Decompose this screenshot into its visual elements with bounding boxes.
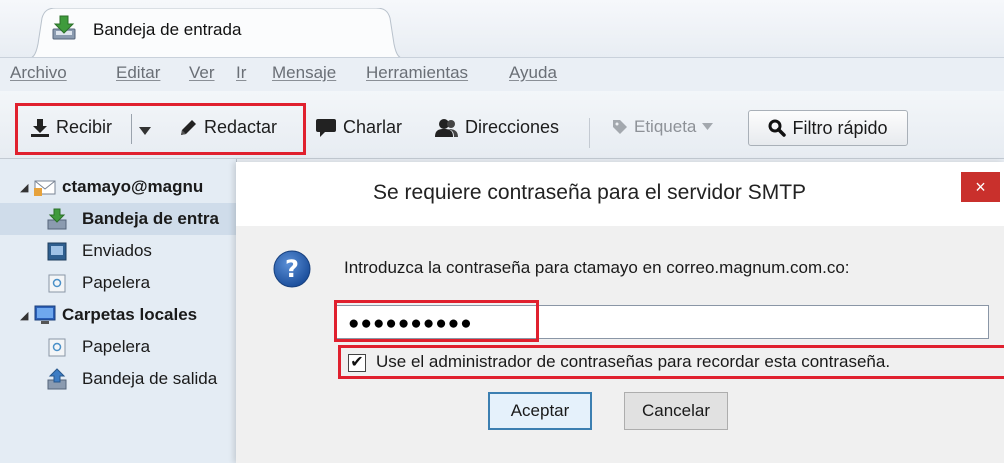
- folder-outbox[interactable]: Bandeja de salida: [0, 363, 236, 395]
- close-icon: ×: [975, 176, 986, 197]
- menu-editar[interactable]: Editar: [116, 63, 160, 83]
- address-book-button[interactable]: Direcciones: [435, 117, 559, 138]
- remember-checkbox[interactable]: ✔: [348, 354, 366, 372]
- chat-button[interactable]: Charlar: [315, 117, 402, 138]
- accept-label: Aceptar: [510, 401, 570, 420]
- computer-icon: [34, 305, 56, 324]
- tag-button[interactable]: Etiqueta: [612, 117, 714, 137]
- svg-text:?: ?: [285, 255, 299, 283]
- checkmark-icon: ✔: [350, 354, 364, 371]
- menu-ir[interactable]: Ir: [236, 63, 246, 83]
- chat-bubble-icon: [316, 118, 336, 137]
- folder-local-trash-label: Papelera: [82, 337, 151, 356]
- chevron-down-icon: [702, 123, 714, 130]
- folder-local-trash[interactable]: Papelera: [0, 331, 236, 363]
- folder-account[interactable]: ◢ ctamayo@magnu: [0, 171, 236, 203]
- folder-inbox-label: Bandeja de entra: [82, 209, 219, 228]
- quick-filter-button[interactable]: Filtro rápido: [748, 110, 908, 146]
- folder-local-label: Carpetas locales: [62, 305, 198, 324]
- inbox-icon: [47, 208, 67, 230]
- collapse-arrow-icon[interactable]: ◢: [20, 309, 28, 322]
- trash-icon: [48, 274, 66, 293]
- get-write-highlight: [15, 103, 306, 155]
- folder-trash[interactable]: Papelera: [0, 267, 236, 299]
- close-button[interactable]: ×: [961, 172, 1000, 202]
- menu-ayuda[interactable]: Ayuda: [509, 63, 557, 83]
- chat-label: Charlar: [343, 117, 403, 137]
- trash-icon: [48, 338, 66, 357]
- dialog-prompt: Introduzca la contraseña para ctamayo en…: [344, 258, 850, 277]
- smtp-password-dialog: Se requiere contraseña para el servidor …: [236, 162, 1004, 463]
- tag-label: Etiqueta: [634, 117, 697, 136]
- collapse-arrow-icon[interactable]: ◢: [20, 181, 28, 194]
- contacts-icon: [435, 118, 458, 137]
- menu-herramientas[interactable]: Herramientas: [366, 63, 468, 83]
- cancel-button[interactable]: Cancelar: [624, 392, 728, 430]
- dialog-title: Se requiere contraseña para el servidor …: [373, 181, 807, 204]
- inbox-download-icon: [52, 15, 76, 40]
- menu-mensaje[interactable]: Mensaje: [272, 63, 336, 83]
- tag-icon: [613, 120, 627, 134]
- folder-local[interactable]: ◢ Carpetas locales: [0, 299, 236, 331]
- remember-label[interactable]: Use el administrador de contraseñas para…: [376, 352, 890, 372]
- folder-trash-label: Papelera: [82, 273, 151, 292]
- sent-folder-icon: [47, 242, 67, 261]
- question-icon: ?: [273, 250, 311, 288]
- tab-label: Bandeja de entrada: [93, 20, 242, 39]
- folder-outbox-label: Bandeja de salida: [82, 369, 218, 388]
- folder-account-label: ctamayo@magnu: [62, 177, 204, 196]
- folder-inbox[interactable]: Bandeja de entra: [0, 203, 236, 235]
- magnifier-icon: [768, 119, 787, 137]
- mail-account-icon: [34, 180, 56, 196]
- folder-sent-label: Enviados: [82, 241, 152, 260]
- menu-archivo[interactable]: Archivo: [10, 63, 67, 83]
- toolbar-separator: [589, 118, 590, 148]
- password-highlight: [334, 300, 539, 342]
- address-book-label: Direcciones: [465, 117, 560, 137]
- folder-sent[interactable]: Enviados: [0, 235, 236, 267]
- folder-pane: ◢ ctamayo@magnu Bandeja de entra Enviado…: [0, 159, 237, 463]
- quick-filter-label: Filtro rápido: [792, 117, 888, 138]
- menu-ver[interactable]: Ver: [189, 63, 215, 83]
- cancel-label: Cancelar: [641, 401, 711, 420]
- accept-button[interactable]: Aceptar: [488, 392, 592, 430]
- outbox-icon: [47, 368, 67, 390]
